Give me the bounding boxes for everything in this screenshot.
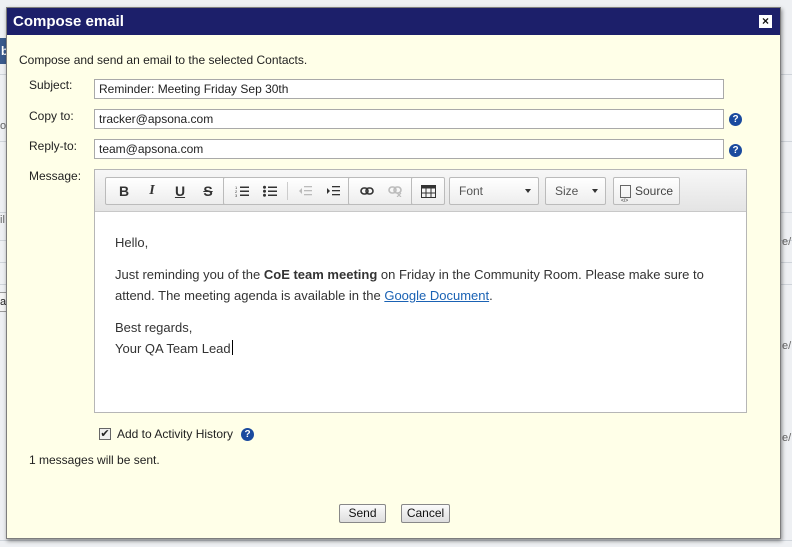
activity-history-option: ✔ Add to Activity History ? <box>99 427 255 441</box>
message-body[interactable]: Hello, Just reminding you of the CoE tea… <box>115 232 725 359</box>
list-indent-group: 123 <box>223 177 352 205</box>
message-label: Message: <box>29 169 82 183</box>
source-button[interactable]: Source <box>613 177 681 214</box>
google-document-link[interactable]: Google Document <box>384 288 489 303</box>
italic-icon[interactable]: I <box>138 180 166 202</box>
svg-text:3: 3 <box>235 193 238 197</box>
message-greeting: Hello, <box>115 235 149 250</box>
text-style-group: B I U S <box>105 177 227 205</box>
unlink-icon[interactable] <box>381 180 409 202</box>
source-button-label: Source <box>635 184 674 198</box>
cancel-button[interactable]: Cancel <box>401 504 450 523</box>
dialog-titlebar: Compose email × <box>7 8 780 35</box>
size-select[interactable]: Size <box>545 177 606 205</box>
background-edge-text: e/ <box>782 236 792 248</box>
message-text: Just reminding you of the <box>115 267 264 282</box>
text-caret <box>231 340 233 355</box>
underline-icon[interactable]: U <box>166 180 194 202</box>
activity-help-icon[interactable]: ? <box>241 427 255 441</box>
message-signature-line: Your QA Team Lead <box>115 338 725 359</box>
source-icon <box>620 184 631 214</box>
toolbar-separator <box>287 182 288 200</box>
table-icon[interactable] <box>414 180 442 202</box>
background-edge-text: e/ <box>782 432 792 444</box>
indent-icon[interactable] <box>319 180 347 202</box>
reply-to-label: Reply-to: <box>29 139 78 153</box>
reply-to-help-icon[interactable]: ? <box>729 144 742 157</box>
subject-label: Subject: <box>29 78 73 92</box>
table-group <box>411 177 445 205</box>
numbered-list-icon[interactable]: 123 <box>228 180 256 202</box>
copy-to-help-icon[interactable]: ? <box>729 113 742 126</box>
bulleted-list-icon[interactable] <box>256 180 284 202</box>
font-select-label: Font <box>459 184 484 198</box>
dialog-intro: Compose and send an email to the selecte… <box>19 53 308 67</box>
activity-history-checkbox[interactable]: ✔ <box>99 428 111 440</box>
activity-history-label: Add to Activity History <box>117 427 234 441</box>
link-icon[interactable] <box>353 180 381 202</box>
message-count-text: 1 messages will be sent. <box>29 453 160 467</box>
size-select-label: Size <box>555 184 579 198</box>
message-bold-text: CoE team meeting <box>263 267 378 282</box>
dialog-title: Compose email <box>13 13 124 30</box>
send-button[interactable]: Send <box>339 504 386 523</box>
chevron-down-icon <box>525 189 531 193</box>
copy-to-field[interactable] <box>94 109 724 129</box>
outdent-icon[interactable] <box>291 180 319 202</box>
message-paragraph: Just reminding you of the CoE team meeti… <box>115 264 725 306</box>
message-text: . <box>489 288 493 303</box>
reply-to-field[interactable] <box>94 139 724 159</box>
bold-icon[interactable]: B <box>110 180 138 202</box>
subject-field[interactable] <box>94 79 724 99</box>
background-edge-text: e/ <box>782 340 792 352</box>
message-signature: Your QA Team Lead <box>115 341 231 356</box>
chevron-down-icon <box>592 189 598 193</box>
font-select[interactable]: Font <box>449 177 539 205</box>
message-closing: Best regards, <box>115 320 193 335</box>
editor-toolbar: B I U S 123 Font Size </> Source <box>95 170 746 214</box>
strikethrough-icon[interactable]: S <box>194 180 222 202</box>
link-group <box>348 177 414 205</box>
close-button[interactable]: × <box>759 15 772 28</box>
background-edge-text: il <box>0 214 5 226</box>
message-editor: B I U S 123 Font Size </> Source Hello, … <box>94 169 747 413</box>
copy-to-label: Copy to: <box>29 109 74 123</box>
compose-email-dialog: Compose email × Compose and send an emai… <box>6 7 781 539</box>
background-divider <box>0 540 792 541</box>
